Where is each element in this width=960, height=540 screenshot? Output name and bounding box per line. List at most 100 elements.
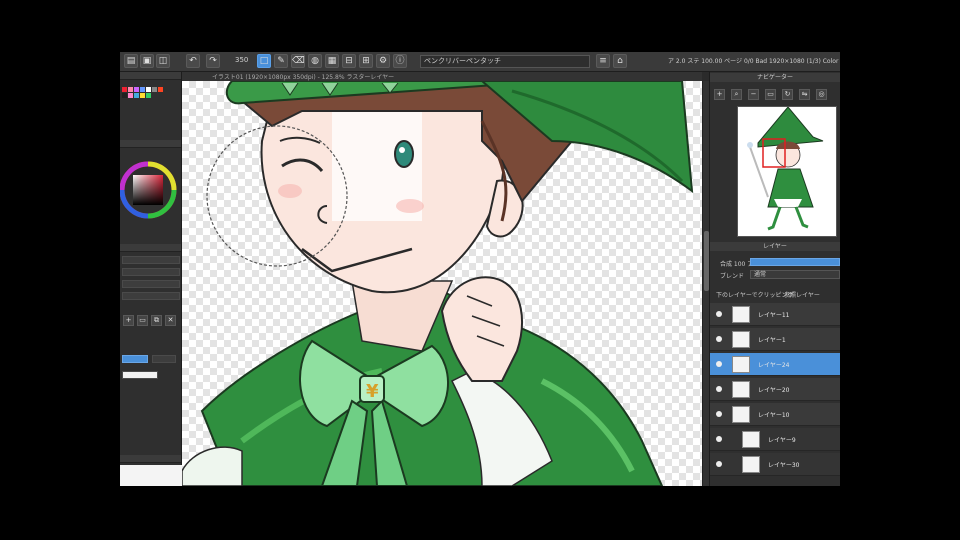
layer-thumbnail	[732, 331, 750, 348]
property-slider[interactable]	[122, 292, 180, 300]
brush-selector[interactable]: ペンクリバーペンタッチ	[420, 55, 590, 68]
eraser-icon[interactable]: ⌫	[291, 54, 305, 68]
folder-icon[interactable]: ▭	[137, 315, 148, 326]
layer-row[interactable]: レイヤー30	[710, 453, 840, 476]
paint-app-window: ▤ ▣ ◫ ↶ ↷ 350 □ ✎ ⌫ ◍ ▦ ⊟ ⊞ ⚙ ⓘ ペンクリバーペン…	[120, 52, 840, 486]
redo-icon[interactable]: ↷	[206, 54, 220, 68]
color-swatch[interactable]	[122, 93, 127, 98]
color-swatch[interactable]	[146, 93, 151, 98]
reset-icon[interactable]: ◎	[816, 89, 827, 100]
transform-icon[interactable]: ⊞	[359, 54, 373, 68]
eye-icon[interactable]	[716, 461, 722, 467]
eye-icon[interactable]	[716, 361, 722, 367]
layer-thumbnail	[742, 456, 760, 473]
file-info-readout: ア 2.0 ステ 100.00 ページ 0/0 Bad 1920×1080 (1…	[668, 58, 839, 65]
layer-name: レイヤー24	[758, 362, 790, 369]
svg-text:¥: ¥	[366, 381, 379, 402]
rotate-icon[interactable]: ↻	[782, 89, 793, 100]
layer-name: レイヤー20	[758, 387, 790, 394]
eye-icon[interactable]	[716, 311, 722, 317]
eye-icon[interactable]	[716, 436, 722, 442]
pen-icon[interactable]: ✎	[274, 54, 288, 68]
layer-name: レイヤー11	[758, 312, 790, 319]
layer-panel-title: レイヤー	[710, 242, 840, 251]
blend-label: ブレンド	[720, 273, 745, 280]
layer-list: レイヤー11 レイヤー1 レイヤー24 レイヤー20 レイヤー10 レイヤー9 レイヤー30	[710, 303, 840, 486]
color-swatch[interactable]	[128, 87, 133, 92]
palette-panel-header	[120, 72, 181, 80]
blend-mode-select[interactable]: 通常	[750, 270, 840, 279]
navigator-title: ナビゲーター	[710, 73, 840, 82]
grid-icon[interactable]: ▦	[325, 54, 339, 68]
layer-row[interactable]: レイヤー9	[710, 428, 840, 451]
copy-layer-icon[interactable]: ⧉	[151, 315, 162, 326]
color-swatch[interactable]	[140, 93, 145, 98]
right-panel: ナビゲーター + ⌕ − ▭ ↻ ⇋ ◎ レイヤー 合成 100 ア ブレンド …	[709, 72, 840, 486]
layer-thumbnail	[732, 306, 750, 323]
layer-opacity-slider[interactable]	[750, 258, 840, 266]
delete-layer-icon[interactable]: ✕	[165, 315, 176, 326]
color-swatch[interactable]	[158, 87, 163, 92]
layer-thumbnail	[732, 381, 750, 398]
flip-icon[interactable]: ⇋	[799, 89, 810, 100]
layer-icon[interactable]: ◫	[156, 54, 170, 68]
property-slider[interactable]	[122, 256, 180, 264]
blend-mode-value: 通常	[754, 271, 767, 278]
settings-icon[interactable]: ⚙	[376, 54, 390, 68]
color-swatch[interactable]	[134, 87, 139, 92]
canvas-tab-title[interactable]: イラスト01 (1920×1080px 350dpi) - 125.8% ラスタ…	[212, 72, 394, 81]
color-wheel[interactable]	[120, 150, 182, 250]
zoom-out-icon[interactable]: −	[748, 89, 759, 100]
layer-name: レイヤー10	[758, 412, 790, 419]
tool-property-header	[120, 244, 181, 252]
layer-name: レイヤー9	[768, 437, 796, 444]
property-slider[interactable]	[122, 280, 180, 288]
brush-setting-icon[interactable]: ≡	[596, 54, 610, 68]
opacity-slider[interactable]	[122, 371, 158, 379]
select-tool-icon[interactable]: □	[257, 54, 271, 68]
fit-icon[interactable]: ▭	[765, 89, 776, 100]
layer-thumbnail	[732, 406, 750, 423]
fill-icon[interactable]: ◍	[308, 54, 322, 68]
layer-row[interactable]: レイヤー10	[710, 403, 840, 426]
layer-row[interactable]: レイヤー24	[710, 353, 840, 376]
color-swatch[interactable]	[140, 87, 145, 92]
left-panel: + ▭ ⧉ ✕	[120, 72, 182, 486]
zoom-icon[interactable]: ⌕	[731, 89, 742, 100]
eye-icon[interactable]	[716, 411, 722, 417]
property-slider[interactable]	[122, 268, 180, 276]
undo-icon[interactable]: ↶	[186, 54, 200, 68]
layer-row[interactable]: レイヤー11	[710, 303, 840, 326]
clip-checkbox-label[interactable]: 下のレイヤーでクリッピング	[716, 290, 793, 299]
top-toolbar: ▤ ▣ ◫ ↶ ↷ 350 □ ✎ ⌫ ◍ ▦ ⊟ ⊞ ⚙ ⓘ ペンクリバーペン…	[120, 52, 840, 72]
eye-icon[interactable]	[716, 386, 722, 392]
layer-name: レイヤー30	[768, 462, 800, 469]
color-swatch[interactable]	[128, 93, 133, 98]
layer-row[interactable]: レイヤー1	[710, 328, 840, 351]
reference-checkbox-label[interactable]: 参照レイヤー	[784, 290, 820, 299]
drawing-canvas[interactable]: ¥	[182, 81, 702, 486]
file-icon[interactable]: ▤	[124, 54, 138, 68]
new-layer-icon[interactable]: +	[123, 315, 134, 326]
zoom-in-icon[interactable]: +	[714, 89, 725, 100]
thumbnail-illustration	[747, 107, 824, 231]
brush-size-field[interactable]	[152, 355, 176, 363]
layer-row[interactable]: レイヤー20	[710, 378, 840, 401]
ruler-icon[interactable]: ⊟	[342, 54, 356, 68]
canvas-scrollbar[interactable]	[702, 81, 709, 486]
color-swatch[interactable]	[146, 87, 151, 92]
brush-preview	[120, 465, 182, 486]
color-swatch[interactable]	[134, 93, 139, 98]
canvas-tab-strip: イラスト01 (1920×1080px 350dpi) - 125.8% ラスタ…	[182, 72, 702, 81]
layer-thumbnail	[742, 431, 760, 448]
color-swatch[interactable]	[152, 87, 157, 92]
color-swatch[interactable]	[122, 87, 127, 92]
brush-size-slider[interactable]	[122, 355, 148, 363]
brush-size-readout: 350	[235, 56, 249, 64]
brush-lock-icon[interactable]: ⌂	[613, 54, 627, 68]
save-icon[interactable]: ▣	[140, 54, 154, 68]
navigator-thumbnail[interactable]	[737, 106, 837, 237]
brush-selector-label: ペンクリバーペンタッチ	[424, 57, 501, 65]
eye-icon[interactable]	[716, 336, 722, 342]
info-icon[interactable]: ⓘ	[393, 54, 407, 68]
